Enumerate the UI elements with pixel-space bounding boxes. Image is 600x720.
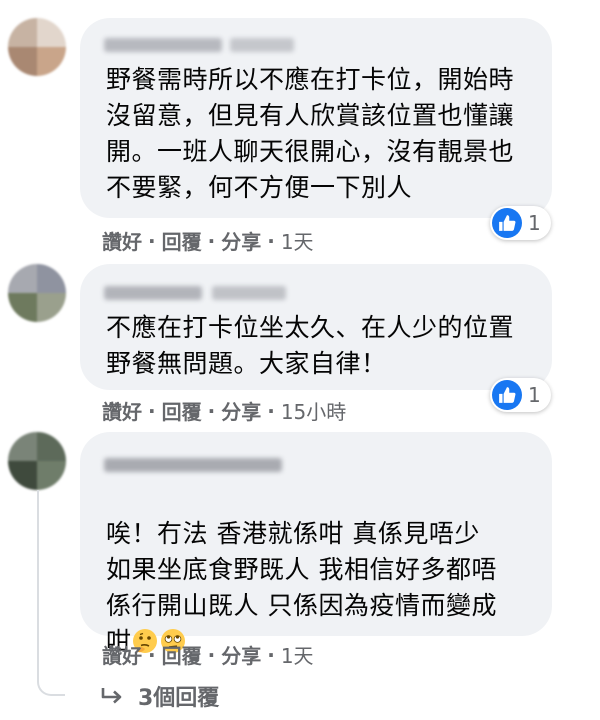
comment-actions: 讚好 · 回覆 · 分享 · 1天 bbox=[102, 640, 314, 669]
reaction-summary[interactable]: 1 bbox=[490, 206, 551, 240]
thread-connector-line bbox=[37, 490, 65, 696]
comment-timestamp[interactable]: 1天 bbox=[281, 226, 314, 255]
comment-bubble: 不應在打卡位坐太久、在人少的位置 野餐無問題。大家自律！ bbox=[80, 264, 552, 390]
comment-timestamp[interactable]: 1天 bbox=[281, 640, 314, 669]
like-button[interactable]: 讚好 bbox=[102, 226, 142, 255]
comment-text: 唉！冇法 香港就係咁 真係見唔少 如果坐底食野既人 我相信好多都唔 係行開山既人… bbox=[106, 519, 497, 656]
view-replies-label: 3個回覆 bbox=[138, 686, 220, 711]
reply-button[interactable]: 回覆 bbox=[162, 226, 202, 255]
comment-actions: 讚好 · 回覆 · 分享 · 15小時 bbox=[102, 396, 346, 425]
avatar[interactable] bbox=[8, 18, 66, 76]
share-button[interactable]: 分享 bbox=[221, 226, 261, 255]
avatar[interactable] bbox=[8, 432, 66, 490]
like-button[interactable]: 讚好 bbox=[102, 396, 142, 425]
commenter-name[interactable] bbox=[104, 286, 202, 300]
comment-actions: 讚好 · 回覆 · 分享 · 1天 bbox=[102, 226, 314, 255]
view-replies-link[interactable]: 3個回覆 bbox=[100, 680, 219, 712]
share-button[interactable]: 分享 bbox=[221, 396, 261, 425]
reaction-count: 1 bbox=[528, 211, 541, 235]
comment-text: 不應在打卡位坐太久、在人少的位置 野餐無問題。大家自律！ bbox=[106, 313, 515, 378]
share-button[interactable]: 分享 bbox=[221, 640, 261, 669]
reply-arrow-icon bbox=[101, 688, 122, 704]
comment-text: 野餐需時所以不應在打卡位，開始時 沒留意，但見有人欣賞該位置也懂讓 開。一班人聊… bbox=[106, 65, 515, 202]
like-reaction-icon bbox=[492, 208, 522, 238]
comment-bubble: 野餐需時所以不應在打卡位，開始時 沒留意，但見有人欣賞該位置也懂讓 開。一班人聊… bbox=[80, 18, 552, 218]
comment-timestamp[interactable]: 15小時 bbox=[281, 396, 346, 425]
reaction-summary[interactable]: 1 bbox=[490, 378, 551, 412]
like-reaction-icon bbox=[492, 380, 522, 410]
commenter-name[interactable] bbox=[104, 38, 222, 52]
comment-bubble: 唉！冇法 香港就係咁 真係見唔少 如果坐底食野既人 我相信好多都唔 係行開山既人… bbox=[80, 432, 552, 656]
reaction-count: 1 bbox=[528, 383, 541, 407]
like-button[interactable]: 讚好 bbox=[102, 640, 142, 669]
commenter-name[interactable] bbox=[104, 458, 282, 472]
avatar[interactable] bbox=[8, 264, 66, 322]
reply-button[interactable]: 回覆 bbox=[162, 640, 202, 669]
reply-button[interactable]: 回覆 bbox=[162, 396, 202, 425]
